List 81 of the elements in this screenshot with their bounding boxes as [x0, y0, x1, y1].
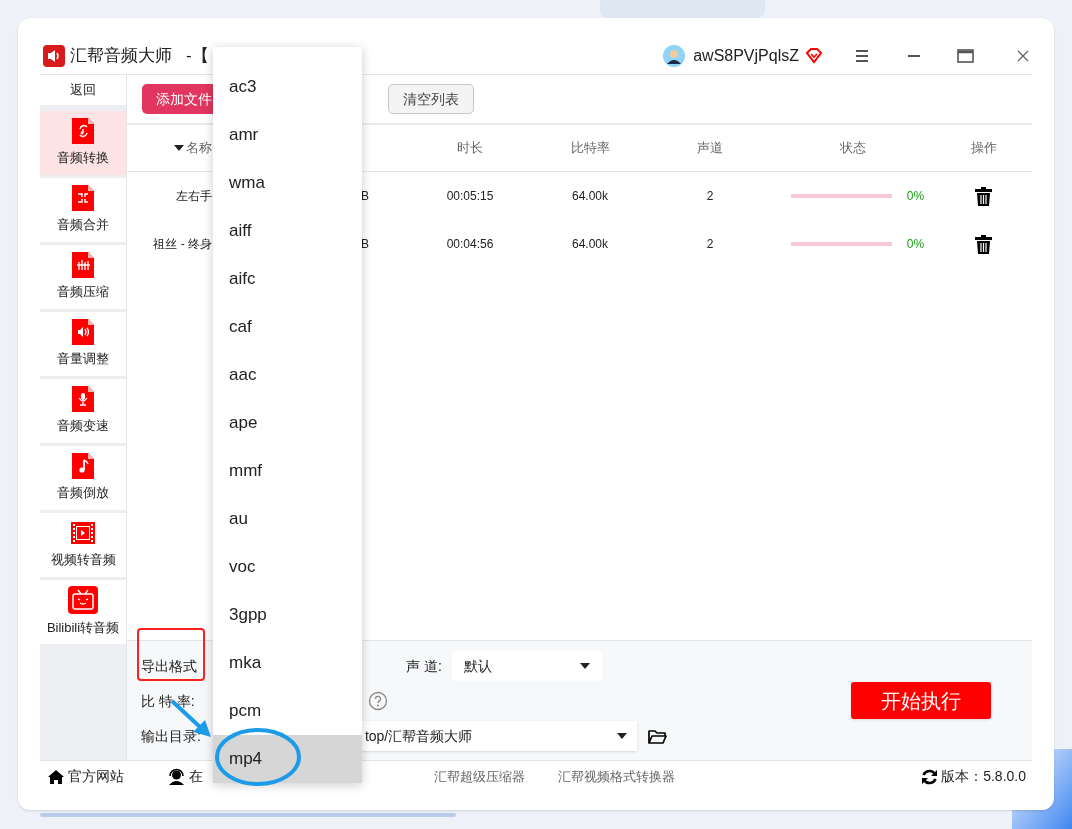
home-icon [48, 769, 64, 784]
sidebar-item[interactable]: Bilibili转音频 [40, 580, 126, 647]
sidebar-item[interactable]: 音频转换 [40, 111, 126, 178]
dropdown-caret-icon [616, 733, 627, 739]
close-icon[interactable] [1017, 50, 1029, 62]
column-header: 时长 [457, 139, 483, 158]
audio-file-icon [72, 386, 94, 413]
format-option[interactable]: wma [213, 159, 362, 207]
table-cell-text: 2 [706, 188, 714, 205]
trash-icon[interactable] [975, 234, 992, 254]
table-cell-text: 64.00k [572, 188, 608, 205]
audio-file-icon [72, 252, 94, 279]
audio-file-icon [72, 118, 94, 145]
clear-list-button[interactable]: 清空列表 [388, 84, 474, 114]
table-cell-text: 00:04:56 [446, 236, 494, 253]
username: awS8PVjPqlsZ [693, 46, 799, 66]
channel-select[interactable]: 默认 [451, 651, 602, 681]
sidebar-item[interactable]: 音频倒放 [40, 446, 126, 513]
format-option[interactable]: mmf [213, 447, 362, 495]
field-label: 输出目录: [141, 726, 201, 746]
format-option[interactable]: aac [213, 351, 362, 399]
help-icon[interactable] [367, 691, 388, 711]
dropdown-caret-icon [579, 663, 590, 669]
column-header: 操作 [970, 139, 997, 158]
sidebar-item[interactable]: 音量调整 [40, 312, 126, 379]
column-header: 状态 [839, 139, 866, 158]
version-label: 版本：5.8.0.0 [941, 767, 1026, 786]
sidebar-item[interactable]: 视频转音频 [40, 513, 126, 580]
window-title: -【 [186, 45, 209, 68]
table-cell-text: B [361, 236, 369, 253]
diamond-icon [805, 48, 823, 64]
format-option[interactable]: aifc [213, 255, 362, 303]
column-header: 声道 [697, 139, 723, 158]
maximize-icon[interactable] [957, 49, 974, 63]
refresh-icon[interactable] [921, 768, 939, 785]
speaker-logo-icon [43, 45, 65, 67]
footer-link[interactable]: 官方网站 [68, 766, 124, 787]
audio-file-icon [72, 453, 94, 480]
format-option[interactable]: voc [213, 543, 362, 591]
sort-caret-icon [174, 145, 184, 151]
audio-file-icon [72, 319, 94, 346]
format-option[interactable]: 3gpp [213, 591, 362, 639]
table-cell-text: B [361, 188, 369, 205]
sidebar-item[interactable]: 音频合并 [40, 178, 126, 245]
field-label: 比 特 率: [141, 691, 195, 711]
annotation-box [137, 628, 205, 681]
table-cell-text: 00:05:15 [446, 188, 494, 205]
film-icon [70, 520, 96, 547]
headset-icon [168, 768, 185, 785]
footer-link[interactable]: 在 [189, 766, 203, 787]
progress-percent: 0% [906, 188, 925, 205]
column-header: 比特率 [570, 139, 610, 158]
format-option[interactable]: au [213, 495, 362, 543]
column-header: 名称 [186, 139, 212, 158]
start-button[interactable]: 开始执行 [851, 682, 991, 719]
format-option[interactable]: mp4 [213, 735, 362, 783]
footer-link[interactable]: 汇帮超级压缩器 [434, 766, 525, 787]
app-title: 汇帮音频大师 [70, 45, 172, 68]
format-option[interactable]: ape [213, 399, 362, 447]
sidebar-item[interactable]: 音频压缩 [40, 245, 126, 312]
format-option[interactable]: ac3 [213, 63, 362, 111]
sidebar-item[interactable]: 音频变速 [40, 379, 126, 446]
table-cell-text: 祖丝 - 终身 [153, 236, 212, 253]
audio-file-icon [72, 185, 94, 212]
format-option[interactable]: mka [213, 639, 362, 687]
trash-icon[interactable] [975, 186, 992, 206]
footer-link[interactable]: 汇帮视频格式转换器 [558, 766, 675, 787]
folder-icon[interactable] [647, 728, 667, 744]
format-option[interactable]: caf [213, 303, 362, 351]
table-cell-text: 64.00k [572, 236, 608, 253]
format-option[interactable]: amr [213, 111, 362, 159]
tv-icon [68, 586, 98, 615]
menu-icon[interactable] [855, 50, 869, 62]
field-label: 声 道: [406, 656, 442, 676]
format-option[interactable]: aiff [213, 207, 362, 255]
table-cell-text: 左右手 [176, 188, 212, 205]
table-cell-text: 2 [706, 236, 714, 253]
format-option[interactable]: pcm [213, 687, 362, 735]
user-avatar-icon [663, 45, 686, 67]
field-label: 导出格式 [141, 656, 197, 676]
progress-percent: 0% [906, 236, 925, 253]
